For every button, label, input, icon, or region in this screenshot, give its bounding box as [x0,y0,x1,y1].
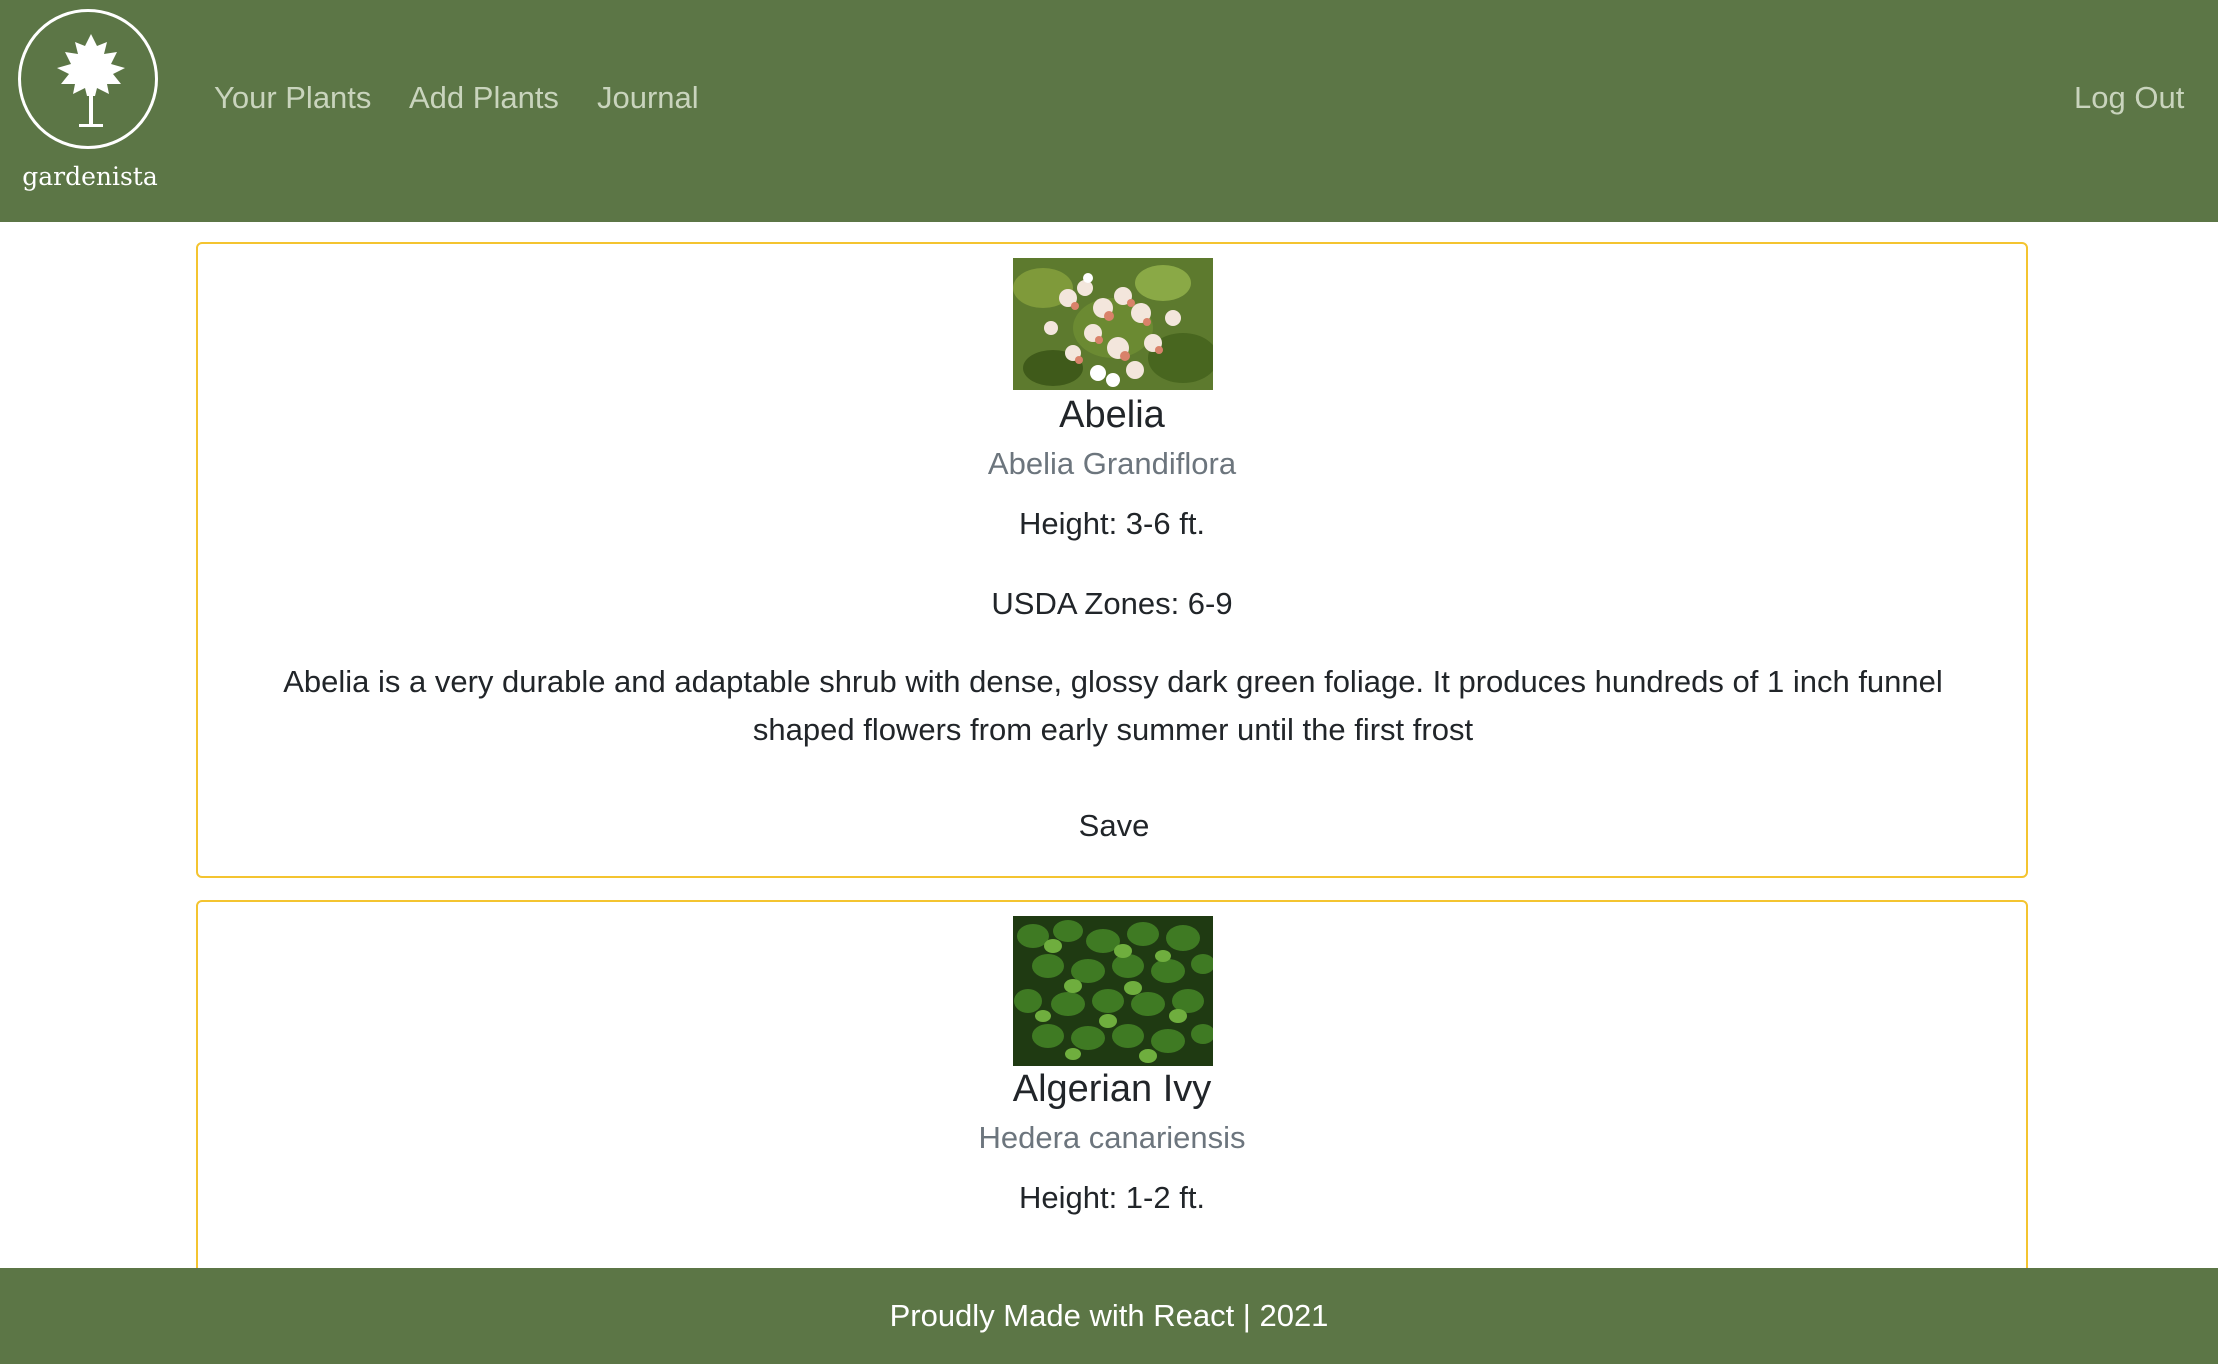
plant-image-algerian-ivy [1013,916,1215,1066]
plant-name: Abelia [1059,394,1165,436]
plant-scientific-name: Hedera canariensis [978,1120,1246,1155]
save-button[interactable]: Save [1064,808,1164,844]
footer: Proudly Made with React | 2021 [0,1268,2218,1364]
plant-height: Height: 1-2 ft. [1018,1180,1206,1215]
brand-name: gardenista [22,162,158,191]
nav-link-add-plants[interactable]: Add Plants [409,80,559,116]
plant-image-abelia [1013,258,1218,390]
nav-link-your-plants[interactable]: Your Plants [214,80,371,116]
tree-icon [18,9,158,149]
logout-link[interactable]: Log Out [2074,80,2184,116]
nav-link-journal[interactable]: Journal [597,80,699,116]
plant-name: Algerian Ivy [1012,1068,1212,1110]
plant-card-abelia: Abelia Abelia Grandiflora Height: 3-6 ft… [196,242,2028,878]
plant-card-algerian-ivy: Algerian Ivy Hedera canariensis Height: … [196,900,2028,1268]
plant-height: Height: 3-6 ft. [1018,506,1206,541]
plant-scientific-name: Abelia Grandiflora [987,446,1237,481]
brand-logo[interactable]: gardenista [16,8,166,198]
plant-list: Abelia Abelia Grandiflora Height: 3-6 ft… [0,222,2218,1268]
plant-description: Abelia is a very durable and adaptable s… [283,664,1943,747]
plant-usda-zones: USDA Zones: 6-9 [991,586,1233,621]
navbar: gardenista Your Plants Add Plants Journa… [0,0,2218,222]
